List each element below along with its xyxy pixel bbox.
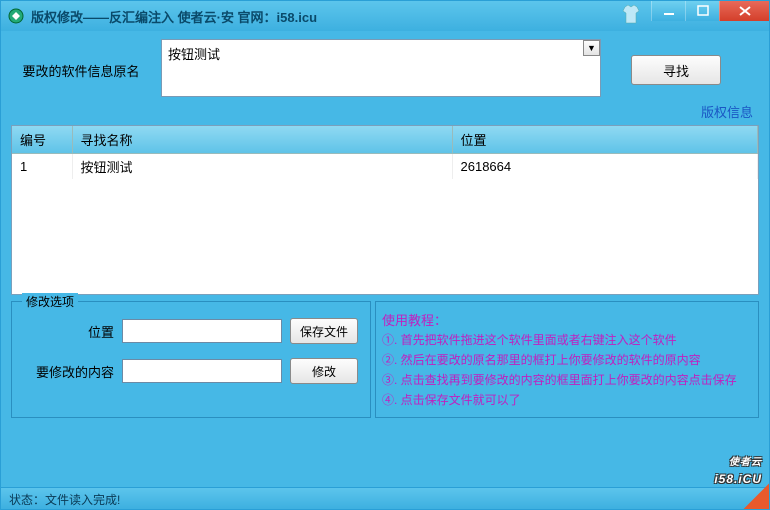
titlebar[interactable]: 版权修改——反汇编注入 使者云·安 官网：i58.icu	[1, 1, 769, 31]
position-input[interactable]	[122, 319, 282, 343]
tutorial-title: 使用教程：	[382, 310, 752, 329]
modify-options-group: 修改选项 位置 保存文件 要修改的内容 修改	[11, 301, 371, 418]
bottom-panels: 修改选项 位置 保存文件 要修改的内容 修改 使用教程： ①. 首先把软件拖进这…	[11, 301, 759, 418]
skin-icon[interactable]	[619, 5, 643, 25]
cell-id: 1	[12, 154, 72, 180]
copyright-info-link[interactable]: 版权信息	[11, 100, 759, 125]
corner-ribbon-icon	[733, 481, 769, 509]
system-buttons	[619, 1, 769, 25]
position-label: 位置	[18, 322, 114, 341]
tutorial-step: ①. 首先把软件拖进这个软件里面或者右键注入这个软件	[382, 331, 752, 349]
content-label: 要修改的内容	[18, 362, 114, 381]
save-file-button[interactable]: 保存文件	[290, 318, 358, 344]
options-legend: 修改选项	[22, 293, 78, 310]
results-table: 编号 寻找名称 位置 1 按钮测试 2618664	[11, 125, 759, 295]
tutorial-box: 使用教程： ①. 首先把软件拖进这个软件里面或者右键注入这个软件 ②. 然后在要…	[375, 301, 759, 418]
maximize-button[interactable]	[685, 1, 719, 21]
client-area: 要改的软件信息原名 按钮测试 ▲ ▼ 寻找 版权信息 编号 寻找名称 位置 1 …	[1, 31, 769, 487]
search-row: 要改的软件信息原名 按钮测试 ▲ ▼ 寻找	[11, 39, 759, 100]
search-input[interactable]: 按钮测试	[161, 39, 601, 97]
cell-pos: 2618664	[452, 154, 758, 180]
status-bar: 状态：文件读入完成!	[1, 487, 769, 509]
table-row[interactable]: 1 按钮测试 2618664	[12, 154, 758, 180]
app-icon	[7, 7, 25, 25]
app-window: 版权修改——反汇编注入 使者云·安 官网：i58.icu 要改的软件信息原名 按…	[0, 0, 770, 510]
search-label: 要改的软件信息原名	[11, 39, 151, 80]
window-title: 版权修改——反汇编注入 使者云·安 官网：i58.icu	[31, 7, 317, 26]
tutorial-step: ②. 然后在要改的原名那里的框打上你要修改的软件的原内容	[382, 351, 752, 369]
spin-down-button[interactable]: ▼	[583, 40, 600, 56]
status-text: 状态：文件读入完成!	[9, 493, 120, 507]
col-header-name[interactable]: 寻找名称	[72, 126, 452, 154]
modify-button[interactable]: 修改	[290, 358, 358, 384]
tutorial-step: ③. 点击查找再到要修改的内容的框里面打上你要改的内容点击保存	[382, 371, 752, 389]
col-header-pos[interactable]: 位置	[452, 126, 758, 154]
content-input[interactable]	[122, 359, 282, 383]
find-button[interactable]: 寻找	[631, 55, 721, 85]
close-button[interactable]	[719, 1, 769, 21]
cell-name: 按钮测试	[72, 154, 452, 180]
tutorial-step: ④. 点击保存文件就可以了	[382, 391, 752, 409]
col-header-id[interactable]: 编号	[12, 126, 72, 154]
minimize-button[interactable]	[651, 1, 685, 21]
